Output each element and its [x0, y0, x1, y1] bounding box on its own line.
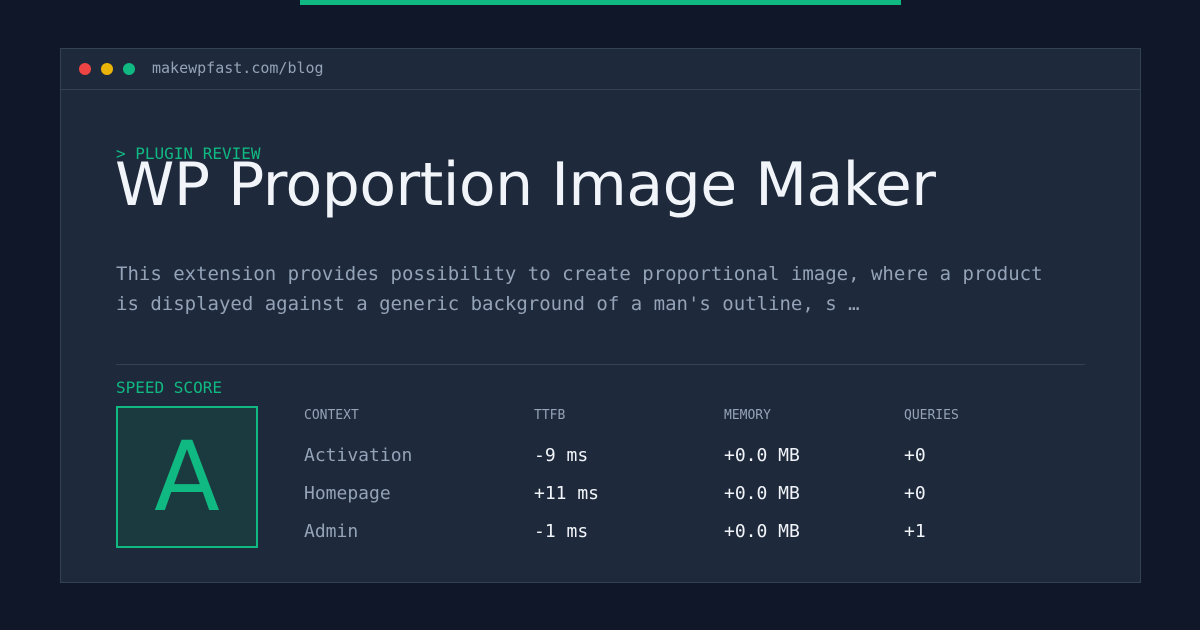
table-cell-memory: +0.0 MB — [724, 483, 800, 504]
section-divider — [116, 364, 1085, 365]
browser-window: makewpfast.com/blog > PLUGIN REVIEW WP P… — [60, 48, 1141, 583]
table-cell-ttfb: +11 ms — [534, 483, 600, 504]
table-cell-memory: +0.0 MB — [724, 521, 800, 542]
speed-score-label: SPEED SCORE — [116, 378, 222, 397]
table-cell-context: Homepage — [304, 483, 391, 504]
table-cell-context: Activation — [304, 445, 413, 466]
window-titlebar: makewpfast.com/blog — [61, 49, 1140, 90]
table-cell-context: Admin — [304, 521, 359, 542]
minimize-dot-icon — [101, 63, 113, 75]
grade-letter: A — [154, 421, 220, 533]
table-header-memory: MEMORY — [724, 408, 771, 423]
table-cell-ttfb: -1 ms — [534, 521, 589, 542]
url-text: makewpfast.com/blog — [152, 59, 324, 77]
article-description: This extension provides possibility to c… — [116, 263, 1043, 315]
table-cell-queries: +0 — [904, 445, 926, 466]
table-cell-queries: +0 — [904, 483, 926, 504]
maximize-dot-icon — [123, 63, 135, 75]
table-cell-ttfb: -9 ms — [534, 445, 589, 466]
table-header-queries: QUERIES — [904, 408, 959, 423]
table-header-ttfb: TTFB — [534, 408, 566, 423]
table-cell-memory: +0.0 MB — [724, 445, 800, 466]
top-accent-bar — [300, 0, 901, 5]
table-header-context: CONTEXT — [304, 408, 359, 423]
table-cell-queries: +1 — [904, 521, 926, 542]
close-dot-icon — [79, 63, 91, 75]
page-title: WP Proportion Image Maker — [115, 150, 936, 220]
grade-badge: A — [116, 406, 258, 548]
